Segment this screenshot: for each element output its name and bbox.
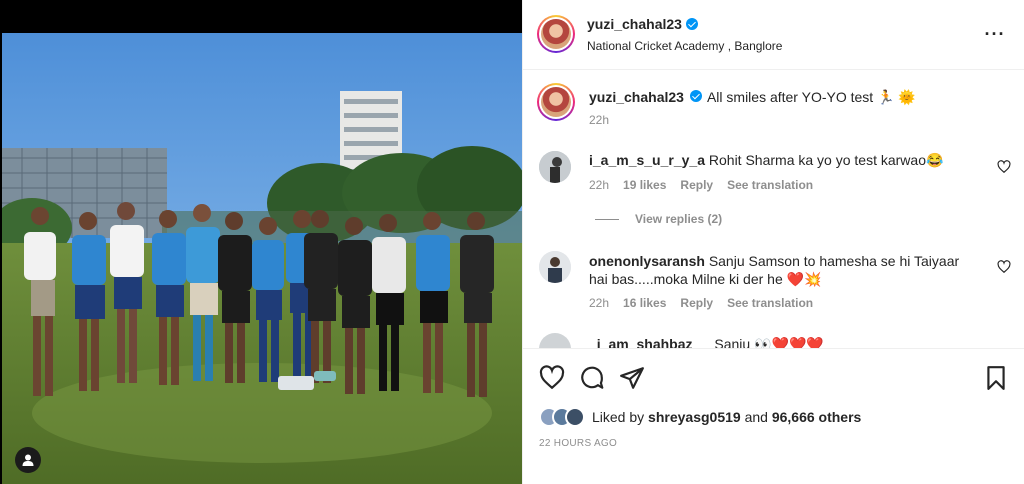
comment-text: Sanju 👀❤️❤️❤️ <box>714 336 824 348</box>
comment-likes[interactable]: 16 likes <box>623 296 666 310</box>
comment-heart-icon[interactable] <box>997 260 1011 274</box>
comment-emoji: 😂 <box>926 152 944 168</box>
post-side-panel: yuzi_chahal23 National Cricket Academy ,… <box>522 0 1024 484</box>
author-avatar[interactable] <box>537 15 575 53</box>
verified-badge-icon <box>689 90 702 102</box>
comment-text: Rohit Sharma ka yo yo test karwao <box>708 152 926 168</box>
caption-username[interactable]: yuzi_chahal23 <box>589 89 684 105</box>
caption-meta: 22h <box>589 113 609 127</box>
comment-time: 22h <box>589 296 610 310</box>
liked-by-prefix: Liked by <box>592 409 645 425</box>
bookmark-icon[interactable] <box>983 365 1009 391</box>
view-replies-button[interactable]: View replies (2) <box>595 212 722 226</box>
caption-emojis: 🏃 🌞 <box>877 89 916 105</box>
caption-text: All smiles after YO-YO test <box>706 89 874 105</box>
view-replies-label: View replies (2) <box>635 212 723 226</box>
comment-row: onenonlysaransh Sanju Samson to hamesha … <box>589 252 981 288</box>
photo-panel <box>0 0 522 484</box>
reply-button[interactable]: Reply <box>680 178 713 192</box>
post-header: yuzi_chahal23 National Cricket Academy ,… <box>523 0 1024 70</box>
liked-by-and: and <box>744 409 768 425</box>
comment-emoji: ❤️💥 <box>786 271 822 287</box>
send-icon[interactable] <box>619 365 645 391</box>
comment-username[interactable]: i_a_m_s_u_r_y_a <box>589 152 705 168</box>
replies-divider <box>595 218 619 220</box>
caption-row: yuzi_chahal23 All smiles after YO-YO tes… <box>589 88 916 106</box>
liked-by-row: Liked by shreyasg0519 and 96,666 others <box>539 407 861 427</box>
post-photo[interactable] <box>2 33 522 484</box>
caption-time: 22h <box>589 113 610 127</box>
verified-badge-icon <box>685 18 698 30</box>
see-translation-button[interactable]: See translation <box>727 178 813 192</box>
comment-meta: 22h 19 likes Reply See translation <box>589 178 813 192</box>
comment-meta: 22h 16 likes Reply See translation <box>589 296 813 310</box>
comment-avatar[interactable] <box>539 251 571 283</box>
heart-icon[interactable] <box>539 365 565 391</box>
comment-likes[interactable]: 19 likes <box>623 178 666 192</box>
comment-avatar[interactable] <box>539 151 571 183</box>
caption-author-avatar[interactable] <box>537 83 575 121</box>
comment-username[interactable]: _i_am_shahbaz <box>589 336 693 348</box>
comments-section: yuzi_chahal23 All smiles after YO-YO tes… <box>523 71 1024 348</box>
more-options-icon[interactable]: ··· <box>985 24 1005 44</box>
reply-button[interactable]: Reply <box>680 296 713 310</box>
liked-by-avatars[interactable] <box>539 407 585 427</box>
comment-time: 22h <box>589 178 610 192</box>
author-username[interactable]: yuzi_chahal23 <box>587 16 682 32</box>
comment-icon[interactable] <box>579 365 605 391</box>
liked-by-user[interactable]: shreyasg0519 <box>648 409 741 425</box>
comment-username[interactable]: onenonlysaransh <box>589 253 705 269</box>
see-translation-button[interactable]: See translation <box>727 296 813 310</box>
user-tag-icon[interactable] <box>15 447 41 473</box>
comment-row: i_a_m_s_u_r_y_a Rohit Sharma ka yo yo te… <box>589 151 979 169</box>
comment-heart-icon[interactable] <box>997 160 1011 174</box>
post-location[interactable]: National Cricket Academy , Banglore <box>587 39 782 53</box>
author-username-row: yuzi_chahal23 <box>587 16 698 32</box>
comment-row: _i_am_shahbaz Sanju 👀❤️❤️❤️ <box>589 335 981 348</box>
liked-by-others[interactable]: 96,666 others <box>772 409 862 425</box>
comment-avatar[interactable] <box>539 333 571 348</box>
post-timestamp[interactable]: 22 HOURS AGO <box>539 438 617 449</box>
post-actions: Liked by shreyasg0519 and 96,666 others … <box>523 348 1024 484</box>
instagram-post-view: yuzi_chahal23 National Cricket Academy ,… <box>0 0 1024 484</box>
